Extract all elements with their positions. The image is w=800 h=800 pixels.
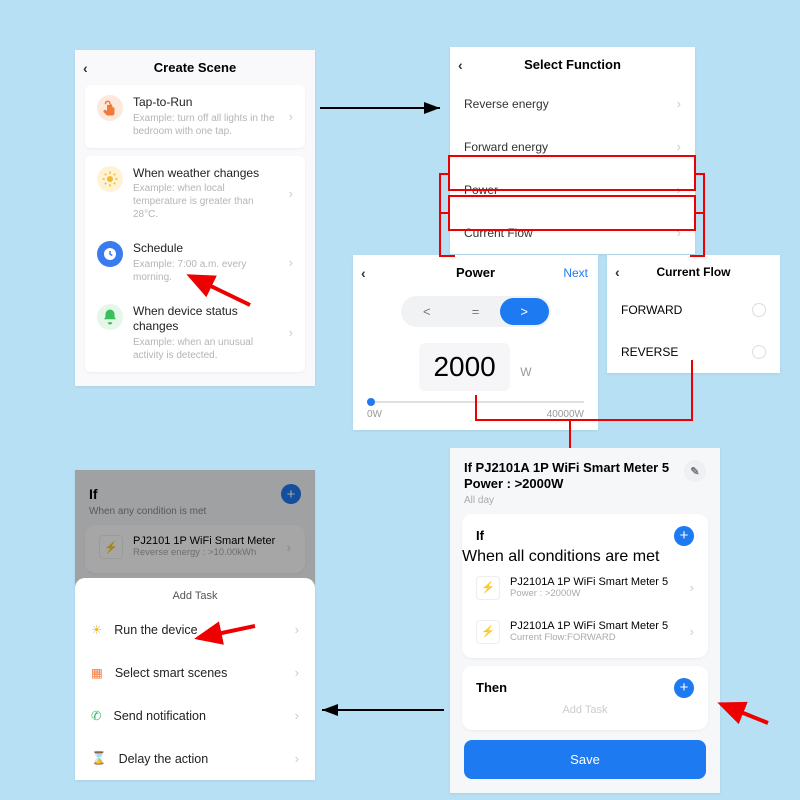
back-icon[interactable]: ‹	[361, 265, 366, 281]
task-select-scenes[interactable]: ▦ Select smart scenes ›	[75, 651, 315, 694]
create-scene-header: ‹ Create Scene	[75, 50, 315, 85]
op-less-than[interactable]: <	[403, 298, 452, 325]
next-button[interactable]: Next	[563, 266, 588, 280]
function-reverse-energy[interactable]: Reverse energy›	[450, 82, 695, 125]
scene-option-device-status[interactable]: When device status changes Example: when…	[85, 294, 305, 372]
chevron-right-icon: ›	[677, 182, 681, 197]
power-slider[interactable]	[367, 401, 584, 403]
create-scene-panel: ‹ Create Scene Tap-to-Run Example: turn …	[75, 50, 315, 386]
summary-allday: All day	[464, 495, 674, 506]
current-flow-title: Current Flow	[657, 265, 731, 279]
add-task-sheet: Add Task ☀ Run the device › ▦ Select sma…	[75, 578, 315, 780]
bell-icon	[97, 304, 123, 330]
if-card: If + When all conditions are met ⚡ PJ210…	[462, 514, 708, 658]
power-unit: W	[520, 365, 531, 379]
chevron-right-icon: ›	[289, 109, 293, 124]
phone-icon: ✆	[91, 708, 101, 723]
add-task-button[interactable]: +	[674, 678, 694, 698]
if-label: If	[476, 528, 484, 543]
option-reverse[interactable]: REVERSE	[607, 331, 780, 373]
meter-icon: ⚡	[476, 620, 500, 644]
chevron-right-icon: ›	[289, 255, 293, 270]
if-subtitle: When all conditions are met	[462, 548, 708, 566]
task-run-device[interactable]: ☀ Run the device ›	[75, 608, 315, 651]
option-forward[interactable]: FORWARD	[607, 289, 780, 331]
power-max: 40000W	[547, 409, 584, 420]
red-arrow-annotation	[713, 698, 773, 728]
function-forward-energy[interactable]: Forward energy›	[450, 125, 695, 168]
radio-icon	[752, 345, 766, 359]
chevron-right-icon: ›	[690, 624, 694, 639]
function-current-flow[interactable]: Current Flow›	[450, 211, 695, 254]
chevron-right-icon: ›	[677, 139, 681, 154]
select-function-title: Select Function	[524, 57, 621, 72]
scene-option-weather[interactable]: When weather changes Example: when local…	[85, 156, 305, 232]
create-scene-title: Create Scene	[154, 60, 236, 75]
select-function-panel: ‹ Select Function Reverse energy› Forwar…	[450, 47, 695, 254]
then-card: Then + Add Task	[462, 666, 708, 730]
condition-row[interactable]: ⚡ PJ2101A 1P WiFi Smart Meter 5 Current …	[462, 610, 708, 654]
op-greater-than[interactable]: >	[500, 298, 549, 325]
radio-icon	[752, 303, 766, 317]
add-condition-button[interactable]: +	[674, 526, 694, 546]
then-label: Then	[476, 680, 507, 695]
scene-option-tap-to-run[interactable]: Tap-to-Run Example: turn off all lights …	[85, 85, 305, 148]
chevron-right-icon: ›	[677, 225, 681, 240]
back-icon[interactable]: ‹	[458, 57, 463, 73]
power-title: Power	[456, 265, 495, 280]
flow-arrow-icon	[318, 700, 448, 720]
summary-headline: If PJ2101A 1P WiFi Smart Meter 5 Power :…	[464, 460, 674, 493]
power-min: 0W	[367, 409, 382, 420]
chevron-right-icon: ›	[295, 751, 299, 766]
current-flow-header: ‹ Current Flow	[607, 255, 780, 289]
back-icon[interactable]: ‹	[83, 60, 88, 76]
then-placeholder: Add Task	[462, 702, 708, 726]
clock-icon	[97, 241, 123, 267]
save-button[interactable]: Save	[464, 740, 706, 779]
chevron-right-icon: ›	[295, 665, 299, 680]
chevron-right-icon: ›	[677, 96, 681, 111]
hourglass-icon: ⌛	[91, 751, 107, 766]
hand-tap-icon	[97, 95, 123, 121]
function-power[interactable]: Power›	[450, 168, 695, 211]
select-function-header: ‹ Select Function	[450, 47, 695, 82]
power-header: ‹ Power Next	[353, 255, 598, 290]
chevron-right-icon: ›	[289, 325, 293, 340]
current-flow-panel: ‹ Current Flow FORWARD REVERSE	[607, 255, 780, 373]
scene-icon: ▦	[91, 665, 103, 680]
task-send-notification[interactable]: ✆ Send notification ›	[75, 694, 315, 737]
sheet-title: Add Task	[75, 578, 315, 608]
back-icon[interactable]: ‹	[615, 264, 620, 280]
task-screen-panel: If + When any condition is met ⚡ PJ2101 …	[75, 470, 315, 780]
comparison-toggle[interactable]: < = >	[401, 296, 551, 327]
summary-panel: If PJ2101A 1P WiFi Smart Meter 5 Power :…	[450, 448, 720, 793]
chevron-right-icon: ›	[690, 580, 694, 595]
power-value[interactable]: 2000	[419, 343, 509, 391]
chevron-right-icon: ›	[295, 708, 299, 723]
condition-row[interactable]: ⚡ PJ2101A 1P WiFi Smart Meter 5 Power : …	[462, 566, 708, 610]
task-delay-action[interactable]: ⌛ Delay the action ›	[75, 737, 315, 780]
power-panel: ‹ Power Next < = > 2000 W 0W 40000W	[353, 255, 598, 430]
edit-icon[interactable]: ✎	[684, 460, 706, 482]
op-equal[interactable]: =	[451, 298, 500, 325]
sun-icon: ☀	[91, 622, 102, 637]
meter-icon: ⚡	[476, 576, 500, 600]
sun-icon	[97, 166, 123, 192]
scene-option-schedule[interactable]: Schedule Example: 7:00 a.m. every mornin…	[85, 231, 305, 294]
flow-arrow-icon	[318, 98, 448, 118]
chevron-right-icon: ›	[289, 186, 293, 201]
chevron-right-icon: ›	[295, 622, 299, 637]
